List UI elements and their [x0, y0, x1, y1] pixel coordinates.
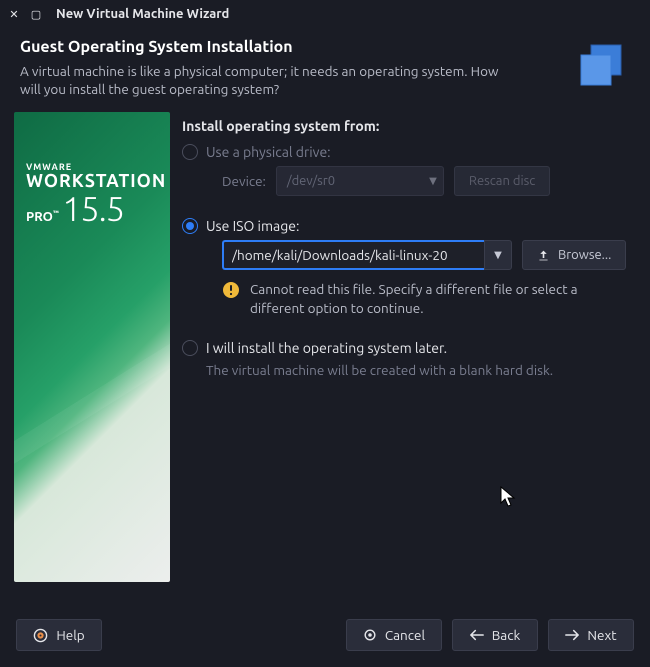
back-button[interactable]: Back [452, 619, 538, 651]
page-title: Guest Operating System Installation [20, 38, 558, 56]
option-install-later: I will install the operating system late… [182, 340, 636, 378]
radio-icon [182, 144, 198, 160]
arrow-right-icon [565, 629, 579, 641]
device-value: /dev/sr0 [287, 174, 335, 188]
upload-icon [537, 249, 550, 262]
page-subtitle: A virtual machine is like a physical com… [20, 62, 520, 98]
next-button[interactable]: Next [548, 619, 634, 651]
rescan-button: Rescan disc [454, 166, 550, 196]
arrow-left-icon [470, 629, 484, 641]
maximize-icon[interactable]: ▢ [30, 8, 42, 20]
wizard-header: Guest Operating System Installation A vi… [0, 28, 650, 112]
radio-label: I will install the operating system late… [206, 340, 447, 356]
later-hint: The virtual machine will be created with… [206, 362, 636, 378]
cancel-icon [363, 628, 377, 642]
warning-icon [222, 281, 240, 303]
product-text: WORKSTATION [26, 172, 166, 190]
radio-icon [182, 340, 198, 356]
chevron-down-icon: ▼ [429, 175, 437, 187]
chevron-down-icon: ▼ [494, 249, 502, 261]
iso-path-input[interactable] [222, 240, 484, 270]
radio-iso-image[interactable]: Use ISO image: [182, 218, 636, 234]
vendor-text: VMWARE [26, 162, 166, 172]
device-select: /dev/sr0 ▼ [276, 166, 444, 196]
option-iso-image: Use ISO image: ▼ Browse... Cannot [182, 218, 636, 318]
edition-text: PRO™ [26, 210, 59, 224]
radio-install-later[interactable]: I will install the operating system late… [182, 340, 636, 356]
close-icon[interactable]: ✕ [8, 8, 20, 20]
titlebar: ✕ ▢ New Virtual Machine Wizard [0, 0, 650, 28]
wizard-footer: Help Cancel Back Next [0, 607, 650, 667]
cancel-button[interactable]: Cancel [346, 619, 442, 651]
help-icon [33, 628, 48, 643]
browse-button[interactable]: Browse... [522, 240, 626, 270]
section-heading: Install operating system from: [182, 118, 636, 134]
warning-message: Cannot read this file. Specify a differe… [206, 280, 636, 318]
iso-dropdown-button[interactable]: ▼ [484, 240, 512, 270]
radio-icon [182, 218, 198, 234]
window-title: New Virtual Machine Wizard [56, 7, 229, 21]
radio-label: Use a physical drive: [206, 144, 331, 160]
option-physical-drive: Use a physical drive: Device: /dev/sr0 ▼… [182, 144, 636, 196]
vm-icon [574, 38, 630, 94]
device-label: Device: [222, 173, 266, 189]
help-button[interactable]: Help [16, 619, 102, 651]
version-text: 15.5 [62, 190, 124, 228]
radio-label: Use ISO image: [206, 218, 299, 234]
radio-physical-drive[interactable]: Use a physical drive: [182, 144, 636, 160]
vmware-logo: VMWARE WORKSTATION PRO™ 15.5 [14, 112, 170, 582]
